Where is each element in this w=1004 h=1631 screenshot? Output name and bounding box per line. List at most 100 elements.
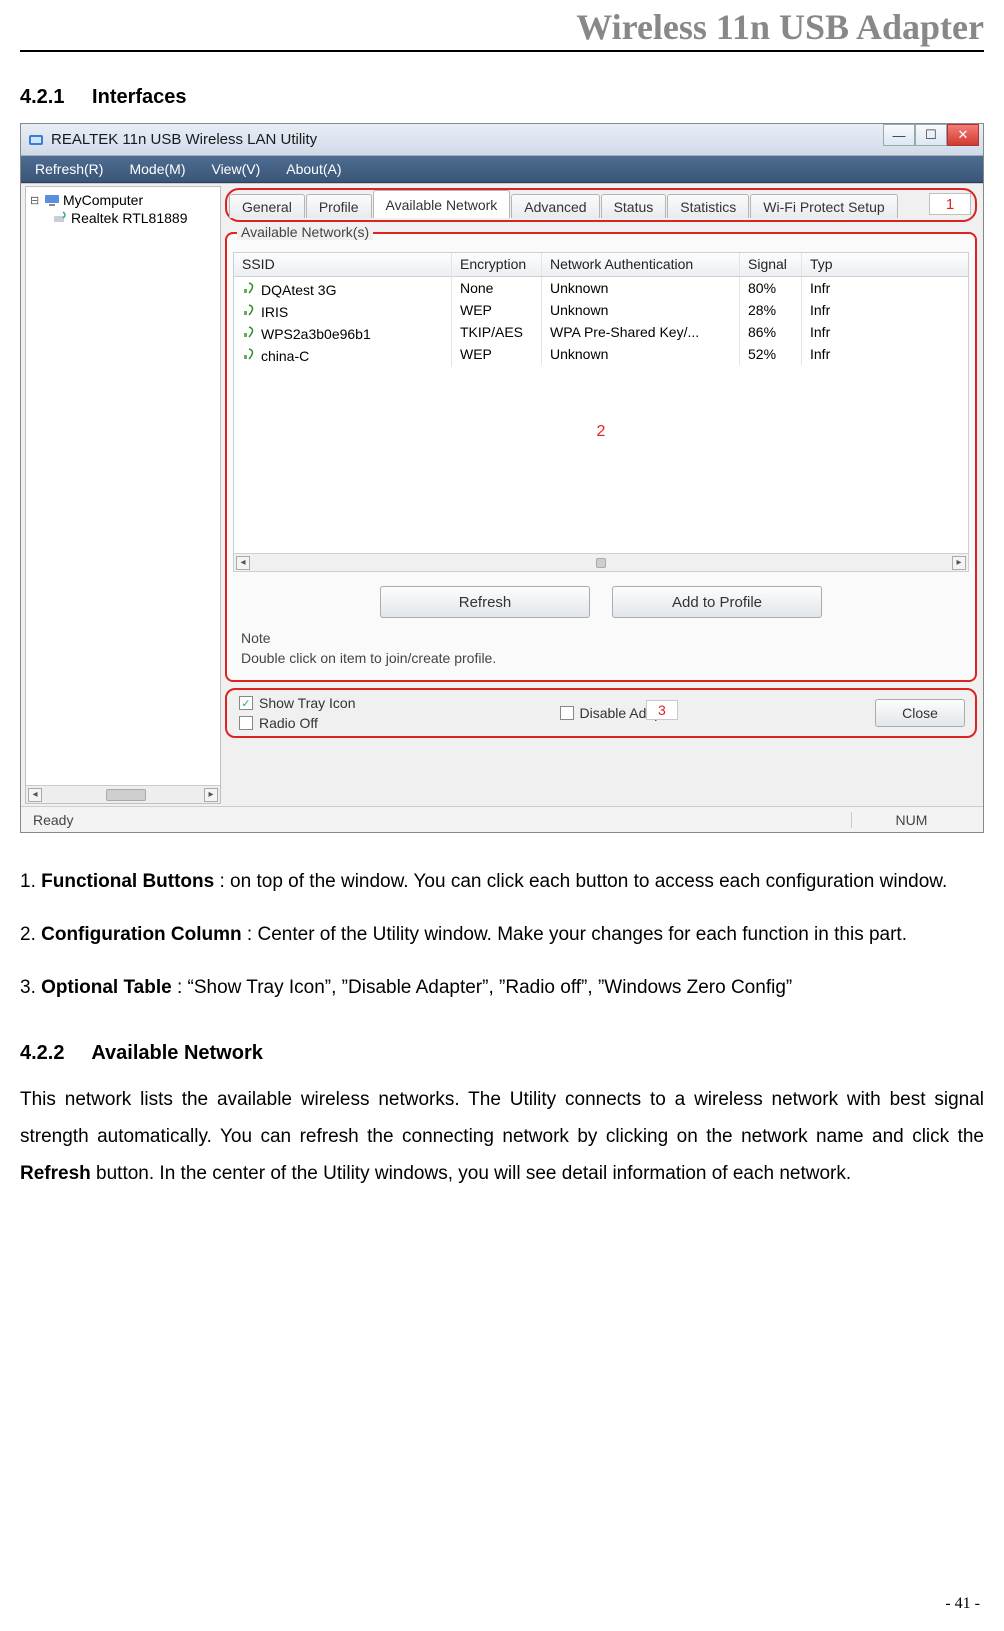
- section-title-421: Interfaces: [92, 86, 187, 108]
- wifi-icon: [242, 279, 258, 295]
- note-label: Note: [241, 630, 965, 646]
- scroll-right-icon[interactable]: ▸: [204, 788, 218, 802]
- option-radio-off[interactable]: Radio Off: [239, 715, 356, 731]
- list-item-3: 3. Optional Table : “Show Tray Icon”, ”D…: [20, 969, 984, 1006]
- note-block: Note Double click on item to join/create…: [233, 630, 969, 670]
- list-item-2-text: : Center of the Utility window. Make you…: [242, 924, 907, 945]
- col-type[interactable]: Typ: [802, 253, 848, 276]
- wifi-icon: [242, 345, 258, 361]
- app-icon: [27, 131, 45, 149]
- maximize-button[interactable]: ☐: [915, 124, 947, 146]
- list-item-2: 2. Configuration Column : Center of the …: [20, 916, 984, 953]
- scroll-thumb[interactable]: [596, 558, 606, 568]
- tree-child[interactable]: Realtek RTL81889: [30, 209, 216, 227]
- section-title-422: Available Network: [91, 1042, 263, 1064]
- menu-view[interactable]: View(V): [201, 158, 270, 180]
- checkbox-icon[interactable]: [239, 716, 253, 730]
- tree-horizontal-scrollbar[interactable]: ◂ ▸: [26, 785, 220, 803]
- header-rule: [20, 50, 984, 52]
- titlebar-text: REALTEK 11n USB Wireless LAN Utility: [51, 131, 317, 148]
- tree-root[interactable]: ⊟ MyComputer: [30, 191, 216, 209]
- col-ssid[interactable]: SSID: [234, 253, 452, 276]
- list-item-1: 1. Functional Buttons : on top of the wi…: [20, 863, 984, 900]
- button-row: Refresh Add to Profile: [233, 586, 969, 618]
- table-header: SSID Encryption Network Authentication S…: [234, 253, 968, 277]
- section-422-paragraph: This network lists the available wireles…: [20, 1081, 984, 1192]
- tab-general[interactable]: General: [229, 194, 305, 218]
- refresh-button[interactable]: Refresh: [380, 586, 590, 618]
- tab-statistics[interactable]: Statistics: [667, 194, 749, 218]
- titlebar: REALTEK 11n USB Wireless LAN Utility — ☐…: [21, 124, 983, 156]
- tab-advanced[interactable]: Advanced: [511, 194, 599, 218]
- wifi-icon: [242, 323, 258, 339]
- table-row[interactable]: DQAtest 3GNoneUnknown80%Infr: [234, 277, 968, 299]
- section-number-422: 4.2.2: [20, 1042, 64, 1065]
- computer-icon: [44, 192, 60, 208]
- checkbox-icon[interactable]: ✓: [239, 696, 253, 710]
- app-window: REALTEK 11n USB Wireless LAN Utility — ☐…: [20, 123, 984, 833]
- scroll-right-icon[interactable]: ▸: [952, 556, 966, 570]
- window-close-button[interactable]: ✕: [947, 124, 979, 146]
- tab-row: General Profile Available Network Advanc…: [229, 192, 899, 218]
- list-item-2-bold: Configuration Column: [41, 924, 242, 945]
- option-show-tray[interactable]: ✓ Show Tray Icon: [239, 695, 356, 711]
- menubar: Refresh(R) Mode(M) View(V) About(A): [21, 156, 983, 183]
- table-row[interactable]: WPS2a3b0e96b1TKIP/AESWPA Pre-Shared Key/…: [234, 321, 968, 343]
- section-heading-421: 4.2.1 Interfaces: [20, 86, 984, 109]
- list-item-1-text: : on top of the window. You can click ea…: [214, 871, 947, 892]
- tab-wps[interactable]: Wi-Fi Protect Setup: [750, 194, 897, 218]
- table-body: DQAtest 3GNoneUnknown80%InfrIRISWEPUnkno…: [234, 277, 968, 365]
- tab-profile[interactable]: Profile: [306, 194, 372, 218]
- list-item-1-bold: Functional Buttons: [41, 871, 214, 892]
- annotation-3: 3: [646, 700, 678, 720]
- close-button[interactable]: Close: [875, 699, 965, 727]
- adapter-icon: [52, 210, 68, 226]
- collapse-icon[interactable]: ⊟: [30, 194, 41, 207]
- annotation-2: 2: [597, 423, 606, 441]
- device-tree[interactable]: ⊟ MyComputer Realtek RTL81889 ◂ ▸: [25, 186, 221, 804]
- doc-header-title: Wireless 11n USB Adapter: [20, 0, 984, 50]
- statusbar: Ready NUM: [21, 806, 983, 832]
- table-row[interactable]: IRISWEPUnknown28%Infr: [234, 299, 968, 321]
- tab-status[interactable]: Status: [601, 194, 667, 218]
- list-item-3-text: : “Show Tray Icon”, ”Disable Adapter”, ”…: [172, 977, 793, 998]
- network-table[interactable]: SSID Encryption Network Authentication S…: [233, 252, 969, 572]
- section-heading-422: 4.2.2 Available Network: [20, 1042, 984, 1065]
- col-encryption[interactable]: Encryption: [452, 253, 542, 276]
- tree-child-label: Realtek RTL81889: [71, 210, 187, 226]
- para-bold: Refresh: [20, 1163, 91, 1184]
- option-radio-off-label: Radio Off: [259, 715, 318, 731]
- scroll-left-icon[interactable]: ◂: [236, 556, 250, 570]
- available-networks-group: Available Network(s) SSID Encryption Net…: [225, 232, 977, 682]
- options-col-1: ✓ Show Tray Icon Radio Off: [239, 695, 356, 731]
- menu-refresh[interactable]: Refresh(R): [25, 158, 113, 180]
- table-row[interactable]: china-CWEPUnknown52%Infr: [234, 343, 968, 365]
- para-b: button. In the center of the Utility win…: [91, 1163, 851, 1184]
- wifi-icon: [242, 301, 258, 317]
- scroll-left-icon[interactable]: ◂: [28, 788, 42, 802]
- tab-available-network[interactable]: Available Network: [373, 190, 511, 218]
- tree-root-label: MyComputer: [63, 192, 143, 208]
- options-row: ✓ Show Tray Icon Radio Off Disable Adapt…: [225, 688, 977, 738]
- menu-about[interactable]: About(A): [276, 158, 351, 180]
- option-show-tray-label: Show Tray Icon: [259, 695, 356, 711]
- status-num-lock: NUM: [851, 812, 971, 828]
- add-to-profile-button[interactable]: Add to Profile: [612, 586, 822, 618]
- para-a: This network lists the available wireles…: [20, 1089, 984, 1147]
- main-pane: General Profile Available Network Advanc…: [223, 184, 983, 806]
- window-controls: — ☐ ✕: [883, 124, 979, 148]
- col-signal[interactable]: Signal: [740, 253, 802, 276]
- checkbox-icon[interactable]: [560, 706, 574, 720]
- client-area: ⊟ MyComputer Realtek RTL81889 ◂ ▸: [21, 183, 983, 806]
- table-horizontal-scrollbar[interactable]: ◂ ▸: [234, 553, 968, 571]
- annotation-1: 1: [929, 193, 971, 215]
- page-number: - 41 -: [945, 1595, 980, 1613]
- note-text: Double click on item to join/create prof…: [241, 650, 496, 666]
- scroll-thumb[interactable]: [106, 789, 146, 801]
- list-item-3-bold: Optional Table: [41, 977, 172, 998]
- section-number-421: 4.2.1: [20, 86, 64, 109]
- minimize-button[interactable]: —: [883, 124, 915, 146]
- menu-mode[interactable]: Mode(M): [119, 158, 195, 180]
- col-auth[interactable]: Network Authentication: [542, 253, 740, 276]
- group-label: Available Network(s): [237, 224, 373, 240]
